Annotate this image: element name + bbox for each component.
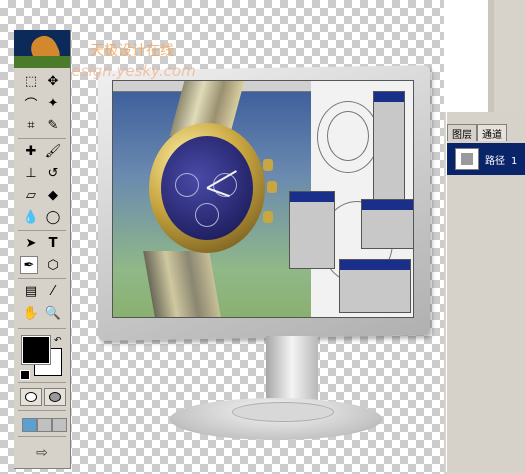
path-selection-tool-icon[interactable]: ➤ [22, 234, 40, 252]
watch-crown [267, 181, 277, 193]
watch-pusher-top [263, 159, 273, 171]
workspace-edge [494, 0, 525, 112]
standard-screen-mode-button[interactable] [22, 418, 37, 432]
toolbox-divider [18, 328, 66, 329]
crop-tool-icon[interactable]: ⌗ [22, 116, 40, 134]
foreground-color-swatch[interactable] [21, 335, 51, 365]
toolbox-divider [18, 230, 66, 231]
watermark-chinese: 天极设计在线 [90, 43, 174, 59]
quick-mask-mode-button[interactable] [44, 388, 66, 406]
shape-tool-icon[interactable]: ⬡ [44, 256, 62, 274]
paint-bucket-tool-icon[interactable]: ◆ [44, 186, 62, 204]
screen-palette-window [373, 91, 405, 203]
zoom-tool-icon[interactable]: 🔍 [44, 304, 62, 322]
toolbox-divider [18, 382, 66, 383]
move-tool-icon[interactable]: ✥ [44, 72, 62, 90]
logo-grass [14, 56, 70, 68]
healing-tool-icon[interactable]: ✚ [22, 142, 40, 160]
monitor-stand-base-inner [232, 402, 334, 422]
screen-color-window [361, 199, 413, 249]
notes-tool-icon[interactable]: ▤ [22, 282, 40, 300]
type-tool-icon[interactable]: T [44, 234, 62, 252]
pen-tool-icon[interactable]: ✒ [20, 256, 38, 274]
slice-tool-icon[interactable]: ✎ [44, 116, 62, 134]
standard-mode-button[interactable] [20, 388, 42, 406]
toolbox-divider [18, 278, 66, 279]
toolbox-divider [18, 410, 66, 411]
screen-swatch-window [339, 259, 411, 313]
swap-colors-icon[interactable]: ↶ [54, 336, 62, 346]
hand-tool-icon[interactable]: ✋ [22, 304, 40, 322]
screen-palette-titlebar [374, 92, 404, 102]
full-screen-menu-mode-button[interactable] [37, 418, 52, 432]
toolbox-divider [18, 436, 66, 437]
tab-layers[interactable]: 图层 [447, 124, 477, 141]
screen-dialog-window [289, 191, 335, 269]
path-name: 路径 1 [485, 155, 518, 167]
screen-swatch-titlebar [340, 260, 410, 270]
monitor-screen [112, 80, 414, 318]
marquee-tool-icon[interactable]: ⬚ [22, 72, 40, 90]
toolbox-divider [18, 138, 66, 139]
brush-tool-icon[interactable]: 🖌 [44, 142, 62, 160]
dodge-tool-icon[interactable]: ◯ [44, 208, 62, 226]
eraser-tool-icon[interactable]: ▱ [22, 186, 40, 204]
stamp-tool-icon[interactable]: ⊥ [22, 164, 40, 182]
full-screen-mode-button[interactable] [52, 418, 67, 432]
watch-subdial-bottom [195, 203, 219, 227]
path-list-item[interactable]: 路径 1 [447, 143, 525, 175]
blur-tool-icon[interactable]: 💧 [22, 208, 40, 226]
sketch-circle-inner [327, 111, 369, 161]
lasso-tool-icon[interactable]: ⌒ [22, 94, 40, 113]
screen-dialog-titlebar [290, 192, 334, 202]
screen-color-titlebar [362, 200, 413, 210]
default-colors-icon[interactable] [20, 370, 30, 380]
toolbox: ⬚ ✥ ⌒ ✦ ⌗ ✎ ✚ 🖌 ⊥ ↺ ▱ ◆ 💧 ◯ ➤ T ✒ ⬡ ▤ ⁄ … [14, 30, 71, 469]
watermark-url: Design.yesky.com [60, 62, 196, 80]
eyedropper-tool-icon[interactable]: ⁄ [44, 282, 62, 300]
magic-wand-tool-icon[interactable]: ✦ [44, 94, 62, 112]
paths-palette: 图层 通道 路径 1 [446, 112, 525, 472]
palette-tabs: 图层 通道 [447, 124, 525, 141]
watch-pusher-bottom [263, 211, 273, 223]
path-thumbnail [455, 148, 479, 170]
watch-subdial-left [175, 173, 199, 197]
history-brush-tool-icon[interactable]: ↺ [44, 164, 62, 182]
toolbox-header-logo[interactable] [14, 30, 70, 68]
tab-channels[interactable]: 通道 [477, 124, 507, 141]
jump-to-imageready-icon[interactable]: ⇨ [24, 444, 60, 462]
watch-render-panel [113, 81, 311, 317]
watch-strap-bottom [143, 251, 221, 317]
